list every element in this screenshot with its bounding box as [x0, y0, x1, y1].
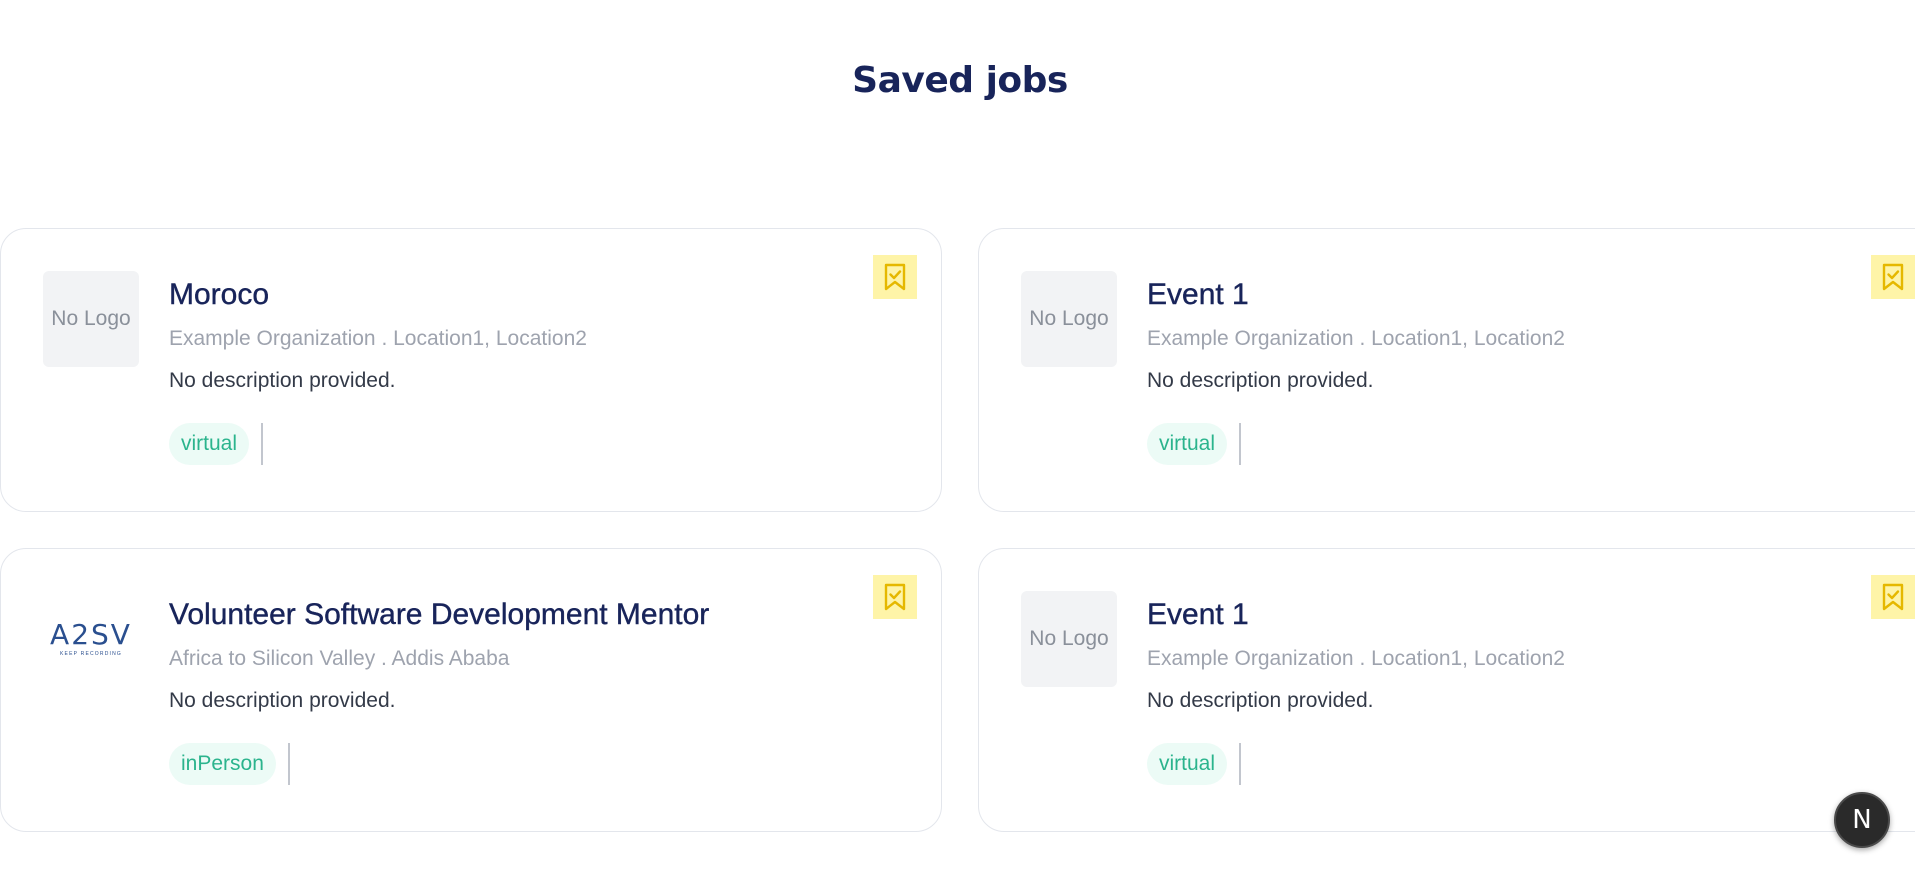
job-organization-location: Africa to Silicon Valley . Addis Ababa: [169, 647, 510, 670]
company-logo-placeholder: No Logo: [43, 271, 139, 367]
job-organization-location: Example Organization . Location1, Locati…: [1147, 647, 1565, 670]
saved-bookmark-button[interactable]: [873, 255, 917, 299]
nextjs-dev-tools-button[interactable]: N: [1834, 792, 1890, 848]
bookmark-check-icon: [884, 583, 906, 611]
job-type-tag: virtual: [1147, 743, 1228, 785]
job-organization-location: Example Organization . Location1, Locati…: [1147, 327, 1565, 350]
bookmark-check-icon: [884, 263, 906, 291]
bookmark-check-icon: [1882, 583, 1904, 611]
bookmark-check-icon: [1882, 263, 1904, 291]
company-logo-placeholder: No Logo: [1021, 591, 1117, 687]
job-organization-location: Example Organization . Location1, Locati…: [169, 327, 587, 350]
company-logo-placeholder: No Logo: [1021, 271, 1117, 367]
no-logo-text: No Logo: [1029, 307, 1109, 330]
job-info: Moroco Example Organization . Location1,…: [169, 277, 901, 465]
tag-divider: [261, 423, 264, 465]
job-card[interactable]: No Logo Event 1 Example Organization . L…: [978, 548, 1915, 832]
job-description: No description provided.: [1147, 689, 1374, 712]
tag-divider: [287, 743, 290, 785]
no-logo-text: No Logo: [51, 307, 131, 330]
tag-divider: [1239, 743, 1242, 785]
a2sv-logo-subtext: KEEP RECORDING: [60, 651, 122, 657]
job-card[interactable]: No Logo Moroco Example Organization . Lo…: [0, 228, 942, 512]
company-logo: A2SV KEEP RECORDING: [43, 591, 139, 687]
job-card[interactable]: No Logo Event 1 Example Organization . L…: [978, 228, 1915, 512]
saved-bookmark-button[interactable]: [1871, 255, 1915, 299]
job-type-tag: inPerson: [169, 743, 276, 785]
a2sv-logo-mark: A2SV: [50, 618, 132, 651]
nextjs-logo-icon: N: [1852, 805, 1872, 835]
job-type-tag: virtual: [1147, 423, 1228, 465]
job-tags: virtual: [169, 423, 901, 465]
saved-bookmark-button[interactable]: [1871, 575, 1915, 619]
job-info: Event 1 Example Organization . Location1…: [1147, 597, 1915, 785]
job-description: No description provided.: [1147, 369, 1374, 392]
job-tags: virtual: [1147, 743, 1915, 785]
job-tags: virtual: [1147, 423, 1915, 465]
job-info: Volunteer Software Development Mentor Af…: [169, 597, 901, 785]
job-type-tag: virtual: [169, 423, 250, 465]
job-tags: inPerson: [169, 743, 901, 785]
job-info: Event 1 Example Organization . Location1…: [1147, 277, 1915, 465]
page-title: Saved jobs: [852, 60, 1068, 101]
job-title[interactable]: Event 1: [1147, 277, 1915, 313]
job-description: No description provided.: [169, 689, 396, 712]
saved-bookmark-button[interactable]: [873, 575, 917, 619]
saved-jobs-page: Saved jobs No Logo Moroco Example Organi…: [0, 0, 1915, 869]
job-title[interactable]: Moroco: [169, 277, 901, 313]
no-logo-text: No Logo: [1029, 627, 1109, 650]
job-title[interactable]: Volunteer Software Development Mentor: [169, 597, 901, 633]
a2sv-logo: A2SV KEEP RECORDING: [50, 618, 132, 658]
job-description: No description provided.: [169, 369, 396, 392]
job-title[interactable]: Event 1: [1147, 597, 1915, 633]
job-card[interactable]: A2SV KEEP RECORDING Volunteer Software D…: [0, 548, 942, 832]
tag-divider: [1239, 423, 1242, 465]
